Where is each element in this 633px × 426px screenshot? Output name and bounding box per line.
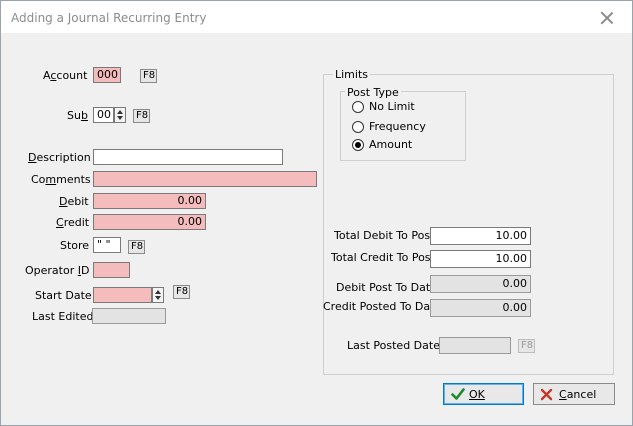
cancel-button-label: Cancel (559, 388, 597, 401)
operator-id-field[interactable] (93, 262, 130, 278)
radio-frequency[interactable] (352, 121, 364, 133)
window-title: Adding a Journal Recurring Entry (11, 11, 207, 25)
debit-field[interactable]: 0.00 (93, 193, 206, 209)
description-label: Description (28, 151, 91, 164)
total-credit-to-post-field[interactable]: 10.00 (430, 250, 531, 268)
total-credit-to-post-label: Total Credit To Post (331, 251, 435, 264)
radio-amount[interactable] (352, 139, 364, 151)
comments-label: Comments (31, 173, 91, 186)
store-field[interactable]: " " (93, 237, 121, 253)
sub-lookup-button[interactable]: F8 (133, 109, 150, 123)
checkmark-icon (451, 388, 465, 400)
account-lookup-button[interactable]: F8 (140, 69, 157, 83)
debit-post-to-date-field: 0.00 (430, 275, 531, 293)
total-debit-to-post-label: Total Debit To Post (334, 229, 435, 242)
radio-frequency-label[interactable]: Frequency (369, 120, 426, 133)
store-label: Store (60, 239, 90, 252)
radio-no-limit[interactable] (352, 101, 364, 113)
cancel-x-icon (540, 388, 553, 401)
last-posted-date-lookup-button: F8 (518, 339, 535, 353)
account-label: Account (43, 69, 88, 82)
credit-label: Credit (56, 216, 90, 229)
description-field[interactable] (93, 149, 283, 165)
spin-down-icon[interactable] (117, 116, 123, 120)
total-debit-to-post-field[interactable]: 10.00 (430, 227, 531, 245)
last-edited-label: Last Edited (32, 310, 94, 323)
close-icon[interactable] (599, 10, 615, 26)
ok-button-label: OK (469, 388, 485, 401)
post-type-title: Post Type (345, 86, 401, 99)
start-date-spinner[interactable] (152, 287, 164, 303)
credit-posted-to-date-field: 0.00 (430, 299, 531, 317)
account-field[interactable]: 000 (93, 67, 121, 83)
radio-amount-label[interactable]: Amount (369, 138, 412, 151)
comments-field[interactable] (93, 171, 317, 187)
last-posted-date-label: Last Posted Date (347, 339, 440, 352)
spin-up-icon[interactable] (117, 110, 123, 114)
sub-spinner[interactable] (114, 107, 126, 123)
start-date-label: Start Date (35, 289, 92, 302)
debit-label: Debit (59, 195, 89, 208)
cancel-button[interactable]: Cancel (533, 383, 615, 405)
ok-button[interactable]: OK (443, 383, 524, 405)
spin-up-icon[interactable] (155, 290, 161, 294)
credit-field[interactable]: 0.00 (93, 214, 206, 230)
last-posted-date-field (439, 337, 511, 354)
limits-title: Limits (333, 68, 370, 81)
last-edited-field (92, 308, 166, 324)
sub-field[interactable]: 00 (93, 107, 114, 123)
start-date-field[interactable] (93, 287, 152, 303)
start-date-lookup-button[interactable]: F8 (173, 285, 190, 299)
credit-posted-to-date-label: Credit Posted To Date (323, 300, 442, 313)
radio-no-limit-label[interactable]: No Limit (369, 100, 415, 113)
debit-post-to-date-label: Debit Post To Date (336, 281, 437, 294)
operator-id-label: Operator ID (25, 264, 90, 277)
store-lookup-button[interactable]: F8 (128, 240, 145, 254)
sub-label: Sub (67, 109, 88, 122)
spin-down-icon[interactable] (155, 296, 161, 300)
